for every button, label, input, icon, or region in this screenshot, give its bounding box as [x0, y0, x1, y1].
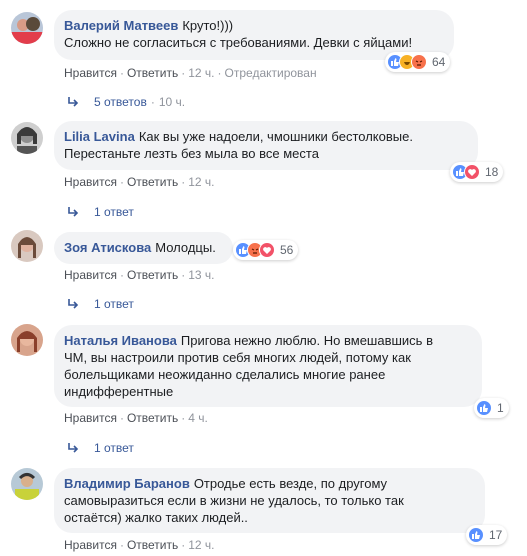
reply-arrow-icon	[68, 207, 79, 217]
avatar[interactable]	[11, 324, 43, 356]
replies-count[interactable]: 1 ответ	[94, 297, 134, 311]
comment-text: ЧМ, вы настроили против себя многих люде…	[64, 350, 411, 365]
comment-text: Круто!)))	[182, 18, 234, 33]
comment-text: Молодцы.	[155, 240, 216, 255]
angry-icon	[411, 54, 427, 70]
reaction-count: 64	[432, 55, 446, 69]
reactions-badge[interactable]: 1	[474, 398, 509, 418]
avatar[interactable]	[11, 122, 43, 154]
comment-text: Пригова нежно люблю. Но вмешавшись в	[180, 333, 433, 348]
avatar[interactable]	[11, 230, 43, 262]
like-link[interactable]: Нравится	[64, 175, 117, 189]
author-name[interactable]: Наталья Иванова	[64, 333, 177, 348]
like-icon	[476, 400, 492, 416]
reactions-badge[interactable]: 56	[233, 240, 299, 260]
author-name[interactable]: Валерий Матвеев	[64, 18, 178, 33]
timestamp[interactable]: 4 ч.	[188, 411, 208, 425]
comment-actions: Нравится · Ответить · 12 ч.	[64, 175, 215, 189]
comment-text: Перестаньте лезть без мыла во все места	[64, 146, 319, 161]
comment-bubble: Наталья Иванова Пригова нежно люблю. Но в…	[54, 325, 482, 407]
reactions-badge[interactable]: 64	[385, 52, 451, 72]
replies-count[interactable]: 1 ответ	[94, 441, 134, 455]
timestamp[interactable]: 12 ч.	[188, 175, 214, 189]
reaction-count: 1	[497, 401, 504, 415]
comment-text: индифферентные	[64, 384, 174, 399]
reaction-count: 17	[489, 528, 503, 542]
author-name[interactable]: Lilia Lavina	[64, 129, 135, 144]
comment-actions: Нравится · Ответить · 12 ч. · Отредактирован	[64, 66, 317, 80]
comment-actions: Нравится · Ответить · 4 ч.	[64, 411, 208, 425]
replies-link[interactable]: 1 ответ	[67, 205, 134, 219]
author-name[interactable]: Владимир Баранов	[64, 476, 190, 491]
timestamp[interactable]: 12 ч.	[188, 538, 214, 552]
reaction-count: 56	[280, 243, 294, 257]
edited-label: Отредактирован	[224, 66, 317, 80]
reply-link[interactable]: Ответить	[127, 268, 178, 282]
reply-link[interactable]: Ответить	[127, 411, 178, 425]
comment-text: остаётся) жалко таких людей..	[64, 510, 248, 525]
like-link[interactable]: Нравится	[64, 411, 117, 425]
comment-actions: Нравится · Ответить · 13 ч.	[64, 268, 215, 282]
avatar[interactable]	[11, 12, 43, 44]
timestamp[interactable]: 13 ч.	[188, 268, 214, 282]
comment-text: самовыразиться если в жизни не удалось, …	[64, 493, 404, 508]
replies-count[interactable]: 1 ответ	[94, 205, 134, 219]
replies-count[interactable]: 5 ответов	[94, 95, 147, 109]
reply-link[interactable]: Ответить	[127, 175, 178, 189]
replies-link[interactable]: 1 ответ	[67, 297, 134, 311]
comment-text: болельщиками неожиданно сделались многие…	[64, 367, 386, 382]
author-name[interactable]: Зоя Атискова	[64, 240, 151, 255]
timestamp[interactable]: 12 ч.	[188, 66, 214, 80]
avatar[interactable]	[11, 468, 43, 500]
replies-link[interactable]: 5 ответов · 10 ч.	[67, 95, 185, 109]
reply-arrow-icon	[68, 443, 79, 453]
comment-actions: Нравится · Ответить · 12 ч.	[64, 538, 215, 552]
reply-link[interactable]: Ответить	[127, 538, 178, 552]
like-link[interactable]: Нравится	[64, 268, 117, 282]
comment-bubble: Lilia Lavina Как вы уже надоели, чмошники…	[54, 121, 478, 170]
like-link[interactable]: Нравится	[64, 66, 117, 80]
comment-bubble: Владимир Баранов Отродье есть везде, по д…	[54, 468, 485, 533]
replies-link[interactable]: 1 ответ	[67, 441, 134, 455]
comment-text: Отродье есть везде, по другому	[193, 476, 388, 491]
comment-text: Как вы уже надоели, чмошники бестолковые…	[138, 129, 413, 144]
love-icon	[259, 242, 275, 258]
love-icon	[464, 164, 480, 180]
replies-time: 10 ч.	[158, 95, 186, 109]
reply-arrow-icon	[68, 299, 79, 309]
comment-bubble: Зоя Атискова Молодцы.	[54, 232, 233, 264]
like-link[interactable]: Нравится	[64, 538, 117, 552]
comment-text: Сложно не согласиться с требованиями. Де…	[64, 35, 413, 50]
like-icon	[468, 527, 484, 543]
reaction-count: 18	[485, 165, 499, 179]
reactions-badge[interactable]: 17	[466, 525, 508, 545]
reactions-badge[interactable]: 18	[450, 162, 504, 182]
reply-arrow-icon	[68, 97, 79, 107]
reply-link[interactable]: Ответить	[127, 66, 178, 80]
